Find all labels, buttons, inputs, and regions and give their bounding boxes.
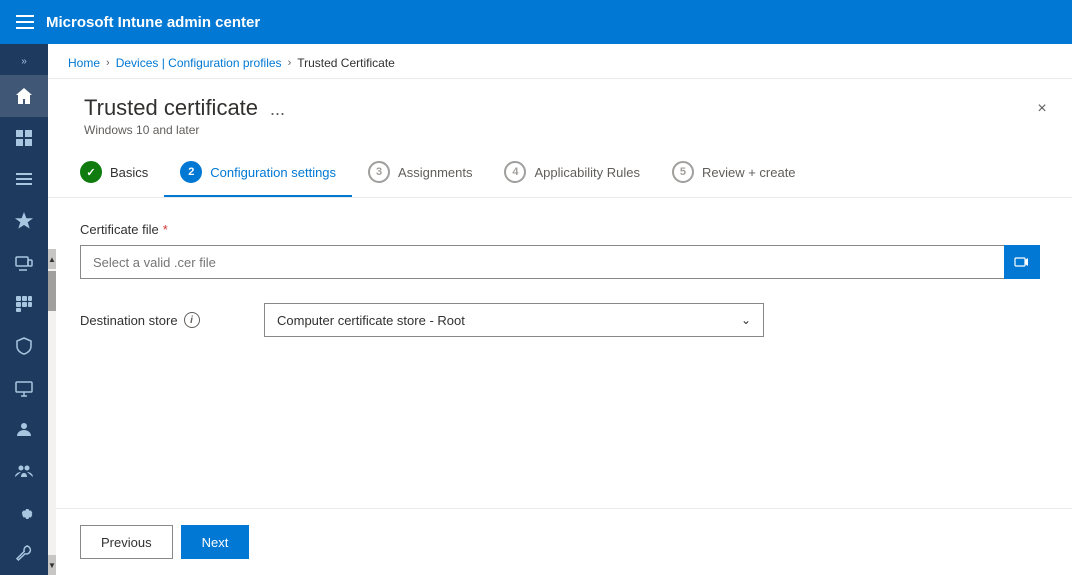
hamburger-menu[interactable]	[16, 15, 34, 29]
sidebar-item-home[interactable]	[0, 75, 48, 117]
step-label-assignments: Assignments	[398, 165, 472, 180]
breadcrumb-current: Trusted Certificate	[297, 56, 395, 70]
sidebar-item-dashboard[interactable]	[0, 117, 48, 159]
certificate-file-input[interactable]	[80, 245, 1004, 279]
step-circle-assignments: 3	[368, 161, 390, 183]
file-browse-btn[interactable]	[1004, 245, 1040, 279]
destination-store-info-icon[interactable]: i	[184, 312, 200, 328]
breadcrumb-bar: Home › Devices | Configuration profiles …	[48, 44, 1072, 79]
scroll-thumb[interactable]	[48, 271, 56, 311]
scroll-track: ▲ ▼	[48, 249, 56, 575]
panel-header: Trusted certificate Windows 10 and later…	[48, 79, 1072, 149]
form-content: Certificate file *	[48, 198, 1072, 508]
sidebar-item-users[interactable]	[0, 408, 48, 450]
sidebar-item-favorites[interactable]	[0, 200, 48, 242]
next-button[interactable]: Next	[181, 525, 250, 559]
wizard-step-review[interactable]: 5 Review + create	[656, 149, 812, 197]
panel: ▲ ▼ Trusted certificate Windows 10 and l…	[48, 79, 1072, 575]
sidebar-item-security[interactable]	[0, 325, 48, 367]
step-label-applicability: Applicability Rules	[534, 165, 640, 180]
panel-title: Trusted certificate	[84, 95, 258, 121]
sidebar-expand-btn[interactable]: »	[0, 48, 48, 75]
panel-subtitle: Windows 10 and later	[84, 123, 258, 137]
step-label-review: Review + create	[702, 165, 796, 180]
sidebar-item-settings[interactable]	[0, 492, 48, 534]
breadcrumb-home[interactable]: Home	[68, 56, 100, 70]
content-area: Home › Devices | Configuration profiles …	[48, 44, 1072, 575]
certificate-file-group: Certificate file *	[80, 222, 1040, 279]
breadcrumb-sep-1: ›	[106, 57, 110, 69]
wizard-step-basics[interactable]: ✓ Basics	[64, 149, 164, 197]
destination-store-dropdown[interactable]: Computer certificate store - Root ⌄	[264, 303, 764, 337]
breadcrumb-sep-2: ›	[288, 57, 292, 69]
top-bar: Microsoft Intune admin center	[0, 0, 1072, 44]
wizard-step-applicability[interactable]: 4 Applicability Rules	[488, 149, 656, 197]
panel-close-btn[interactable]: ×	[1028, 95, 1056, 123]
breadcrumb-devices[interactable]: Devices | Configuration profiles	[116, 56, 282, 70]
step-circle-applicability: 4	[504, 161, 526, 183]
sidebar-item-devices[interactable]	[0, 242, 48, 284]
step-label-config: Configuration settings	[210, 165, 336, 180]
wizard-tabs: ✓ Basics 2 Configuration settings 3 Assi…	[48, 149, 1072, 198]
previous-button[interactable]: Previous	[80, 525, 173, 559]
step-circle-config: 2	[180, 161, 202, 183]
destination-store-value: Computer certificate store - Root	[277, 313, 465, 328]
sidebar-item-tools[interactable]	[0, 533, 48, 575]
certificate-file-label: Certificate file *	[80, 222, 1040, 237]
app-title: Microsoft Intune admin center	[46, 14, 260, 31]
scroll-up-btn[interactable]: ▲	[48, 249, 56, 269]
form-footer: Previous Next	[48, 508, 1072, 575]
sidebar: »	[0, 44, 48, 575]
sidebar-item-monitor[interactable]	[0, 367, 48, 409]
step-circle-basics: ✓	[80, 161, 102, 183]
sidebar-item-list[interactable]	[0, 158, 48, 200]
step-label-basics: Basics	[110, 165, 148, 180]
step-circle-review: 5	[672, 161, 694, 183]
breadcrumb: Home › Devices | Configuration profiles …	[68, 56, 1052, 70]
dropdown-arrow-icon: ⌄	[741, 313, 751, 327]
wizard-step-assignments[interactable]: 3 Assignments	[352, 149, 488, 197]
scroll-down-btn[interactable]: ▼	[48, 555, 56, 575]
required-star: *	[163, 222, 168, 237]
wizard-step-config[interactable]: 2 Configuration settings	[164, 149, 352, 197]
destination-store-label: Destination store i	[80, 312, 240, 328]
sidebar-item-groups[interactable]	[0, 450, 48, 492]
sidebar-item-apps[interactable]	[0, 283, 48, 325]
file-input-row	[80, 245, 1040, 279]
destination-store-row: Destination store i Computer certificate…	[80, 303, 1040, 337]
panel-menu-btn[interactable]: ...	[270, 99, 285, 120]
